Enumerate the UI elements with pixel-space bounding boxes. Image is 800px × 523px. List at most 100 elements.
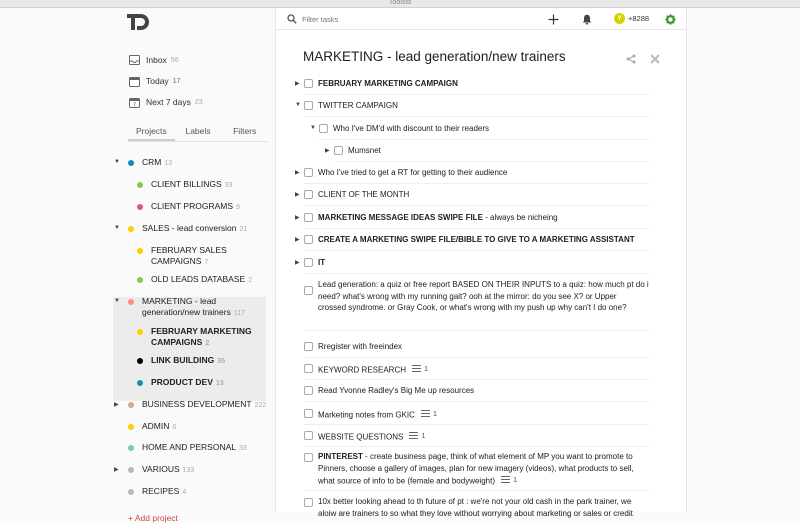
task-checkbox[interactable] bbox=[304, 258, 313, 267]
task-content: Who I've DM'd with discount to their rea… bbox=[333, 124, 490, 133]
expand-arrow-icon[interactable]: ▶ bbox=[325, 147, 330, 154]
task-checkbox[interactable] bbox=[304, 190, 313, 199]
project-actions-icon[interactable] bbox=[650, 54, 660, 64]
project-color-dot bbox=[137, 358, 143, 364]
comment-count[interactable]: 1 bbox=[420, 408, 437, 420]
project-color-dot bbox=[137, 380, 143, 386]
expand-arrow-icon[interactable]: ▶ bbox=[295, 191, 300, 198]
task-checkbox[interactable] bbox=[304, 101, 313, 110]
collapse-arrow-icon[interactable]: ▼ bbox=[114, 159, 120, 165]
task-checkbox[interactable] bbox=[304, 168, 313, 177]
project-color-dot bbox=[137, 182, 143, 188]
add-project-link[interactable]: + Add project bbox=[128, 513, 178, 523]
project-home-and-personal[interactable]: HOME AND PERSONAL 33 bbox=[128, 442, 247, 458]
project-link-building[interactable]: LINK BUILDING 35 bbox=[137, 355, 225, 371]
expand-arrow-icon[interactable]: ▶ bbox=[295, 236, 300, 243]
project-product-dev[interactable]: PRODUCT DEV 13 bbox=[137, 377, 224, 393]
task-checkbox[interactable] bbox=[304, 342, 313, 351]
project-sales-lead-conversion[interactable]: ▼ SALES - lead conversion 21 bbox=[114, 223, 248, 239]
project-february-marketing-campaigns[interactable]: FEBRUARY MARKETING CAMPAIGNS 2 bbox=[137, 326, 252, 350]
project-color-dot bbox=[128, 489, 134, 495]
task-content: Rregister with freeindex bbox=[318, 342, 403, 351]
task-checkbox[interactable] bbox=[304, 213, 313, 222]
project-color-dot bbox=[128, 467, 134, 473]
project-name: FEBRUARY MARKETING CAMPAIGNS 2 bbox=[151, 326, 252, 347]
task-checkbox[interactable] bbox=[304, 235, 313, 244]
project-old-leads-database[interactable]: OLD LEADS DATABASE 2 bbox=[137, 274, 252, 290]
karma-indicator[interactable]: Y + 8288 bbox=[614, 13, 649, 24]
filter-today-count: 17 bbox=[172, 77, 181, 85]
task-checkbox[interactable] bbox=[304, 453, 313, 462]
project-color-dot bbox=[137, 277, 143, 283]
search-icon bbox=[287, 14, 297, 24]
project-february-sales-campaigns[interactable]: FEBRUARY SALES CAMPAIGNS 7 bbox=[137, 245, 227, 269]
project-name: LINK BUILDING 35 bbox=[151, 355, 226, 365]
project-business-development[interactable]: ▶ BUSINESS DEVELOPMENT 222 bbox=[114, 399, 266, 415]
comment-icon bbox=[412, 365, 422, 373]
comment-count[interactable]: 1 bbox=[412, 363, 428, 375]
calendar-today-icon bbox=[128, 75, 140, 87]
task-checkbox[interactable] bbox=[304, 286, 313, 295]
karma-badge-icon: Y bbox=[614, 13, 625, 24]
task-checkbox[interactable] bbox=[304, 409, 313, 418]
project-name: OLD LEADS DATABASE 2 bbox=[151, 274, 253, 284]
task-content: Lead generation: a quiz or free report B… bbox=[318, 280, 649, 312]
project-name: MARKETING - lead generation/new trainers 1… bbox=[142, 296, 246, 317]
project-color-dot bbox=[137, 248, 143, 254]
task-checkbox[interactable] bbox=[304, 498, 313, 507]
filter-inbox[interactable]: Inbox 56 bbox=[128, 51, 179, 69]
task-checkbox[interactable] bbox=[319, 124, 328, 133]
task-checkbox[interactable] bbox=[304, 431, 313, 440]
expand-arrow-icon[interactable]: ▶ bbox=[295, 259, 300, 266]
project-recipes[interactable]: RECIPES 4 bbox=[128, 486, 186, 502]
project-client-billings[interactable]: CLIENT BILLINGS 33 bbox=[137, 179, 233, 195]
comment-icon bbox=[409, 432, 419, 440]
task-checkbox[interactable] bbox=[334, 146, 343, 155]
project-color-dot bbox=[128, 160, 134, 166]
project-name: CLIENT PROGRAMS 9 bbox=[151, 201, 240, 211]
task-checkbox[interactable] bbox=[304, 386, 313, 395]
collapse-arrow-icon[interactable]: ▼ bbox=[114, 298, 120, 304]
expand-arrow-icon[interactable]: ▶ bbox=[295, 80, 300, 87]
filter-today[interactable]: Today 17 bbox=[128, 72, 180, 90]
todoist-logo[interactable] bbox=[127, 12, 151, 34]
comment-icon bbox=[501, 476, 510, 484]
tab-projects[interactable]: Projects bbox=[128, 124, 175, 141]
project-name: ADMIN 6 bbox=[142, 421, 177, 431]
tab-labels[interactable]: Labels bbox=[175, 124, 222, 141]
task-checkbox[interactable] bbox=[304, 79, 313, 88]
collapse-arrow-icon[interactable]: ▼ bbox=[114, 225, 120, 231]
collapse-arrow-icon[interactable]: ▼ bbox=[295, 102, 301, 108]
project-admin[interactable]: ADMIN 6 bbox=[128, 421, 176, 437]
expand-arrow-icon[interactable]: ▶ bbox=[114, 401, 119, 408]
project-name: PRODUCT DEV 13 bbox=[151, 377, 224, 387]
task-content: Mumsnet bbox=[348, 146, 381, 155]
comment-count[interactable]: 1 bbox=[501, 474, 517, 486]
share-icon[interactable] bbox=[626, 54, 636, 64]
comment-icon bbox=[420, 410, 430, 418]
settings-gear-icon[interactable] bbox=[664, 13, 676, 25]
task-content: IT bbox=[318, 258, 326, 267]
task-content: CLIENT OF THE MONTH bbox=[318, 190, 410, 199]
project-name: VARIOUS 133 bbox=[142, 464, 195, 474]
project-crm[interactable]: ▼ CRM 13 bbox=[114, 157, 172, 173]
collapse-arrow-icon[interactable]: ▼ bbox=[310, 125, 316, 131]
project-name: SALES - lead conversion 21 bbox=[142, 223, 248, 233]
notifications-bell-icon[interactable] bbox=[581, 13, 593, 25]
expand-arrow-icon[interactable]: ▶ bbox=[114, 466, 119, 473]
task-content: FEBRUARY MARKETING CAMPAIGN bbox=[318, 79, 458, 88]
project-name: CLIENT BILLINGS 33 bbox=[151, 179, 233, 189]
expand-arrow-icon[interactable]: ▶ bbox=[295, 214, 300, 221]
expand-arrow-icon[interactable]: ▶ bbox=[295, 169, 300, 176]
search-input[interactable] bbox=[302, 13, 502, 25]
project-various[interactable]: ▶ VARIOUS 133 bbox=[114, 464, 195, 480]
project-marketing-lead-generation[interactable]: ▼ MARKETING - lead generation/new trainer… bbox=[114, 296, 246, 320]
comment-count[interactable]: 1 bbox=[409, 430, 426, 442]
project-client-programs[interactable]: CLIENT PROGRAMS 9 bbox=[137, 201, 240, 217]
filter-next-7-days[interactable]: 7 Next 7 days 23 bbox=[128, 93, 203, 111]
tab-filters[interactable]: Filters bbox=[221, 124, 268, 141]
filter-today-label: Today bbox=[146, 76, 169, 86]
task-checkbox[interactable] bbox=[304, 364, 313, 373]
add-task-icon[interactable] bbox=[547, 13, 559, 25]
project-name: HOME AND PERSONAL 33 bbox=[142, 442, 247, 452]
